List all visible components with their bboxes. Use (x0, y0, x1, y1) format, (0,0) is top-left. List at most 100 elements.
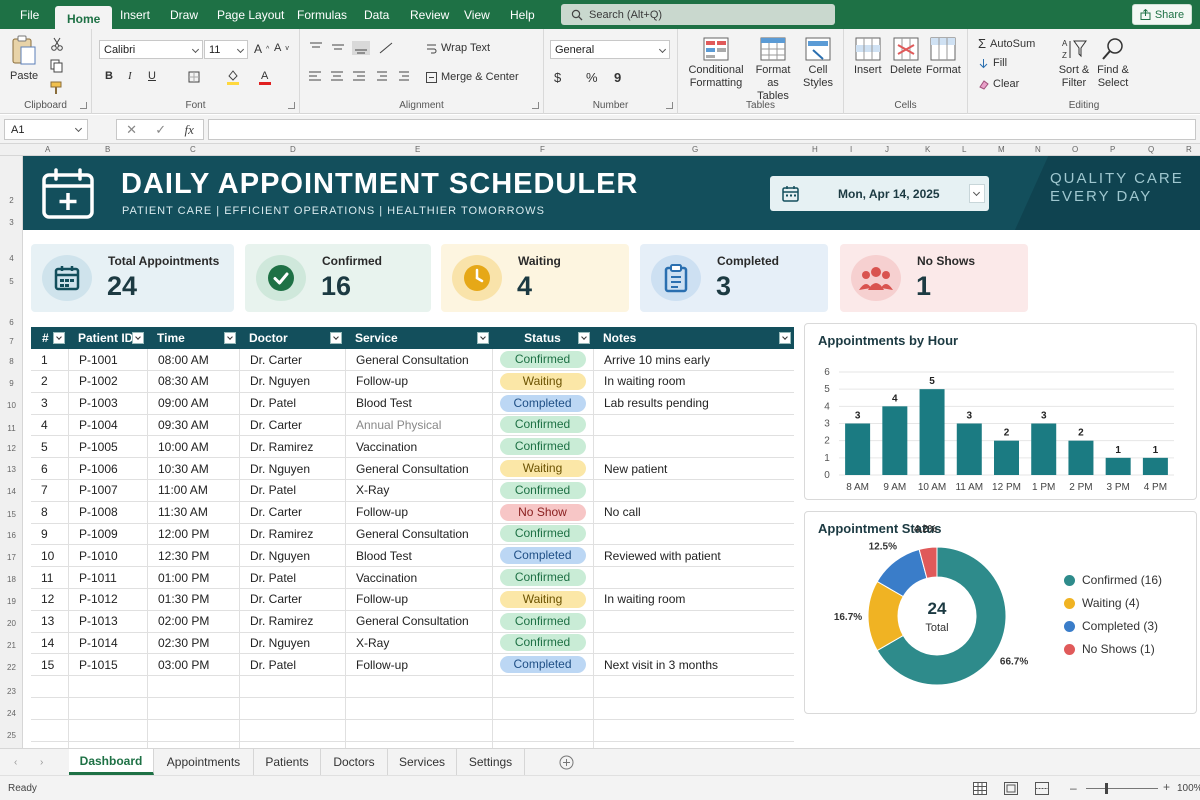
delete-cells-button[interactable]: Delete (890, 37, 922, 77)
table-row[interactable]: 13 P-1013 02:00 PM Dr. Ramirez General Consu… (31, 611, 794, 633)
sheet-tab-settings[interactable]: Settings (457, 749, 525, 775)
menu-tab-view[interactable]: View (452, 0, 502, 29)
table-row[interactable]: 12 P-1012 01:30 PM Dr. Carter Follow-up Waiti… (31, 589, 794, 611)
table-row[interactable]: 7 P-1007 11:00 AM Dr. Patel X-Ray Confirmed (31, 480, 794, 502)
column-header[interactable]: E (415, 145, 420, 154)
table-row[interactable]: 8 P-1008 11:30 AM Dr. Carter Follow-up No Sho… (31, 502, 794, 524)
column-header[interactable]: I (850, 145, 852, 154)
legend-item[interactable]: Waiting (4) (1064, 596, 1140, 610)
cell-styles-button[interactable]: Cell Styles (798, 37, 838, 90)
row-header[interactable]: 17 (0, 553, 23, 562)
column-header[interactable]: P (1110, 145, 1115, 154)
menu-tab-draw[interactable]: Draw (158, 0, 210, 29)
bold-button[interactable]: B (105, 70, 113, 82)
insert-cells-button[interactable]: Insert (854, 37, 882, 77)
italic-button[interactable]: I (128, 70, 132, 82)
table-row[interactable]: 4 P-1004 09:30 AM Dr. Carter Annual Physical… (31, 414, 794, 437)
column-header[interactable]: L (962, 145, 966, 154)
row-header[interactable]: 18 (0, 575, 23, 584)
row-header[interactable]: 7 (0, 337, 23, 346)
alignment-launcher-icon[interactable] (532, 102, 539, 109)
vertical-align-icons[interactable] (308, 41, 418, 55)
sheet-tab-doctors[interactable]: Doctors (321, 749, 388, 775)
clear-button[interactable]: Clear (978, 78, 1019, 90)
table-row[interactable]: 10 P-1010 12:30 PM Dr. Nguyen Blood Test Comp… (31, 545, 794, 568)
menu-tab-formulas[interactable]: Formulas (285, 0, 359, 29)
search-box[interactable]: Search (Alt+Q) (561, 4, 835, 25)
bar[interactable] (919, 389, 945, 475)
filter-dropdown-icon[interactable] (330, 332, 342, 344)
table-row[interactable]: 9 P-1009 12:00 PM Dr. Ramirez General Consul… (31, 523, 794, 546)
format-cells-button[interactable]: Format (926, 37, 961, 77)
find-select-button[interactable]: Find & Select (1092, 37, 1134, 90)
add-sheet-icon[interactable] (559, 755, 574, 770)
empty-row[interactable] (31, 720, 794, 742)
font-color-icon[interactable]: A (258, 69, 272, 85)
row-header[interactable]: 20 (0, 619, 23, 628)
column-header[interactable]: Q (1148, 145, 1154, 154)
date-dropdown-button[interactable] (969, 184, 985, 203)
legend-item[interactable]: Completed (3) (1064, 619, 1158, 633)
column-header-notes[interactable]: Notes (593, 327, 794, 349)
row-header[interactable]: 10 (0, 401, 23, 410)
menu-tab-file[interactable]: File (8, 0, 51, 29)
row-header[interactable]: 2 (0, 196, 23, 205)
format-painter-icon[interactable] (50, 81, 64, 95)
column-header-time[interactable]: Time (147, 327, 239, 349)
filter-dropdown-icon[interactable] (578, 332, 590, 344)
menu-tab-help[interactable]: Help (498, 0, 547, 29)
bar[interactable] (994, 440, 1019, 475)
bar[interactable] (956, 423, 982, 476)
paste-button[interactable]: Paste (10, 35, 38, 83)
column-header[interactable]: B (105, 145, 110, 154)
column-header-doctor[interactable]: Doctor (239, 327, 345, 349)
menu-tab-page-layout[interactable]: Page Layout (205, 0, 296, 29)
sort-filter-button[interactable]: AZ Sort & Filter (1052, 37, 1096, 90)
cut-icon[interactable] (50, 37, 64, 51)
menu-tab-data[interactable]: Data (352, 0, 401, 29)
table-row[interactable]: 6 P-1006 10:30 AM Dr. Nguyen General Consult… (31, 458, 794, 480)
row-header[interactable]: 12 (0, 444, 23, 453)
row-header[interactable]: 3 (0, 218, 23, 227)
percent-button[interactable]: % (586, 70, 598, 85)
column-header[interactable]: O (1072, 145, 1078, 154)
currency-button[interactable]: $ (554, 70, 561, 85)
row-header[interactable]: 19 (0, 597, 23, 606)
date-selector[interactable]: Mon, Apr 14, 2025 (770, 176, 989, 211)
row-header[interactable]: 24 (0, 709, 23, 718)
filter-dropdown-icon[interactable] (224, 332, 236, 344)
autosum-button[interactable]: Σ AutoSum (978, 36, 1035, 51)
decrease-font-icon[interactable]: Av (274, 42, 289, 54)
copy-icon[interactable] (50, 59, 64, 73)
fill-button[interactable]: Fill (978, 57, 1007, 69)
horizontal-align-icons[interactable] (308, 71, 412, 83)
column-header[interactable]: J (885, 145, 889, 154)
row-header[interactable]: 6 (0, 318, 23, 327)
column-header-status[interactable]: Status (492, 327, 593, 349)
borders-icon[interactable] (188, 71, 200, 83)
zoom-level[interactable]: 100% (1177, 783, 1200, 794)
bar[interactable] (1142, 457, 1168, 475)
row-header[interactable]: 5 (0, 277, 23, 286)
filter-dropdown-icon[interactable] (779, 332, 791, 344)
column-header[interactable]: R (1186, 145, 1192, 154)
insert-function-button[interactable]: fx (184, 122, 193, 138)
row-header[interactable]: 13 (0, 465, 23, 474)
column-header[interactable]: C (190, 145, 196, 154)
sheet-tab-patients[interactable]: Patients (254, 749, 321, 775)
column-header-[interactable]: # (31, 327, 68, 349)
filter-dropdown-icon[interactable] (53, 332, 65, 344)
empty-row[interactable] (31, 698, 794, 720)
menu-tab-insert[interactable]: Insert (108, 0, 162, 29)
table-row[interactable]: 3 P-1003 09:00 AM Dr. Patel Blood Test Comple… (31, 393, 794, 415)
number-format-combo[interactable]: General (550, 40, 670, 59)
table-row[interactable]: 15 P-1015 03:00 PM Dr. Patel Follow-up Comple… (31, 654, 794, 677)
column-header[interactable]: K (925, 145, 930, 154)
column-header[interactable]: A (45, 145, 50, 154)
row-header[interactable]: 11 (0, 424, 23, 433)
formula-input[interactable] (208, 119, 1196, 140)
zoom-slider-thumb[interactable] (1105, 783, 1108, 794)
font-size-combo[interactable]: 11 (204, 40, 248, 59)
clipboard-launcher-icon[interactable] (80, 102, 87, 109)
table-row[interactable]: 1 P-1001 08:00 AM Dr. Carter General Consult… (31, 349, 794, 371)
